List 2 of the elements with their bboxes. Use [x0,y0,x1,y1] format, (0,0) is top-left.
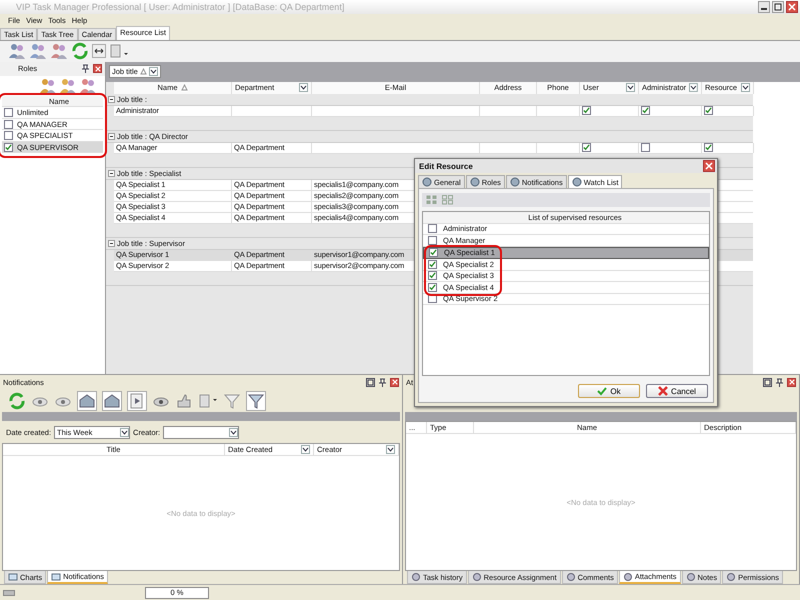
window-title: VIP Task Manager Professional [ User: Administrator ] [DataBase: QA Department] [16,2,344,12]
dialog-title: Edit Resource [419,162,473,170]
